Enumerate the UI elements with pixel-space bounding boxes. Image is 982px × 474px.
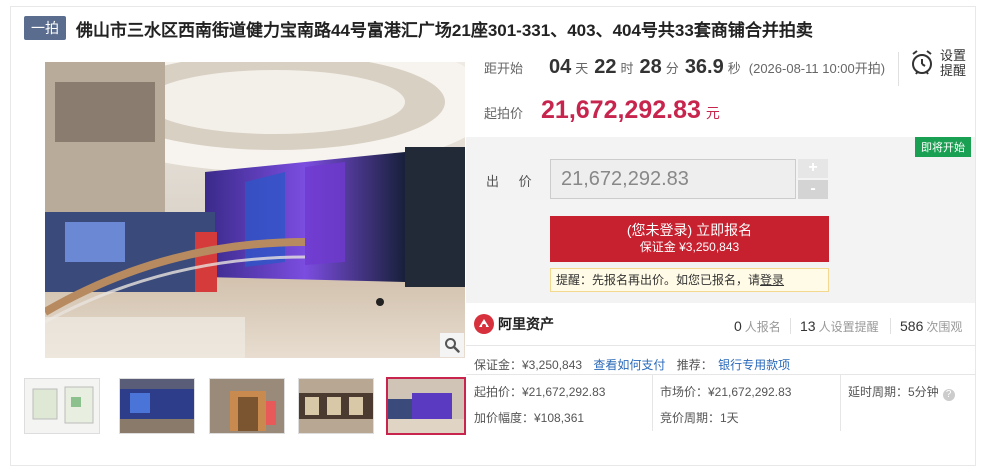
thumbnail-2[interactable]: [119, 378, 195, 434]
thumbnail-3[interactable]: [209, 378, 285, 434]
view-count: 586 次围观: [900, 318, 962, 335]
floor-plan-thumbnail: [32, 386, 94, 424]
reminder-line-1: 设置: [940, 48, 967, 63]
thumbnail-1[interactable]: [24, 378, 100, 434]
start-price-value: 21,672,292.83: [541, 96, 701, 124]
countdown-hours: 22: [594, 56, 617, 78]
divider: [840, 375, 841, 431]
reminder-count-value: 13: [800, 318, 816, 334]
tip-text: 提醒：先报名再出价。如您已报名，请: [556, 273, 761, 287]
zoom-button[interactable]: [440, 333, 464, 357]
detail-auction-period: 竞价周期：1天: [660, 411, 739, 425]
start-price-label: 起拍价: [484, 106, 524, 121]
reminder-count-label: 人设置提醒: [818, 320, 879, 334]
countdown-seconds: 36.9: [684, 56, 724, 78]
detail-increment: 加价幅度：¥108,361: [474, 411, 585, 425]
thumbnail-5-active[interactable]: [386, 377, 466, 435]
countdown-minutes: 28: [639, 56, 662, 78]
reminder-count: 13 人设置提醒: [800, 318, 879, 335]
register-bid-button[interactable]: (您未登录) 立即报名 保证金 ¥3,250,843: [550, 216, 829, 262]
magnifier-icon: [445, 338, 460, 353]
days-unit: 天: [575, 61, 589, 76]
divider: [790, 318, 791, 334]
store-front-thumbnail: [120, 379, 194, 433]
auction-info-panel: 距开始 04 天 22 时 28 分 36.9 秒 (2026-08-11 10…: [466, 44, 975, 466]
entrance-thumbnail: [210, 379, 284, 433]
bid-area: 即将开始 出 价 21,672,292.83 + - (您未登录) 立即报名 保…: [466, 137, 975, 303]
register-button-deposit: 保证金 ¥3,250,843: [639, 240, 740, 254]
bid-label: 出 价: [486, 174, 540, 189]
stats-row: 阿里资产 0 人报名 13 人设置提醒 586 次围观: [466, 308, 975, 346]
how-to-pay-link[interactable]: 查看如何支付: [593, 358, 665, 372]
bid-amount-input[interactable]: 21,672,292.83: [550, 159, 796, 199]
set-reminder-button[interactable]: 设置 提醒: [910, 48, 966, 78]
corridor-thumbnail: [299, 379, 373, 433]
delay-period-text: 延时周期：5分钟: [848, 385, 939, 399]
decrease-bid-button[interactable]: -: [798, 180, 828, 199]
deposit-amount: 保证金：¥3,250,843: [474, 358, 583, 372]
divider: [652, 375, 653, 431]
recommend-label: 推荐：: [676, 358, 713, 372]
countdown-label: 距开始: [484, 61, 524, 76]
reminder-text: 设置 提醒: [940, 48, 966, 78]
brand-logo: 阿里资产: [474, 314, 554, 334]
signup-count-value: 0: [734, 318, 742, 334]
bank-fund-link[interactable]: 银行专用款项: [718, 358, 790, 372]
help-icon[interactable]: ?: [942, 389, 955, 401]
login-tip: 提醒：先报名再出价。如您已报名，请登录: [550, 268, 829, 292]
countdown-row: 距开始 04 天 22 时 28 分 36.9 秒 (2026-08-11 10…: [484, 56, 885, 79]
deposit-row: 保证金：¥3,250,843 查看如何支付 推荐： 银行专用款项: [474, 356, 790, 373]
divider: [890, 318, 891, 334]
detail-delay-period: 延时周期：5分钟?: [848, 383, 955, 401]
mall-interior-thumbnail: [388, 379, 464, 433]
reminder-line-2: 提醒: [940, 63, 967, 78]
divider: [898, 52, 899, 86]
seconds-unit: 秒: [727, 61, 741, 76]
status-badge: 即将开始: [915, 137, 971, 157]
auction-start-time: (2026-08-11 10:00开拍): [748, 61, 886, 76]
page-title: 佛山市三水区西南街道健力宝南路44号富港汇广场21座301-331、403、40…: [76, 20, 813, 40]
ali-assets-logo-icon: [474, 314, 494, 334]
signup-count: 0 人报名: [734, 318, 781, 335]
view-count-value: 586: [900, 318, 924, 334]
auction-round-badge: 一拍: [24, 16, 66, 40]
login-link[interactable]: 登录: [760, 273, 784, 287]
register-button-label: (您未登录) 立即报名: [626, 222, 753, 238]
main-property-image[interactable]: [45, 62, 465, 358]
alarm-clock-icon: [912, 50, 932, 75]
detail-market-price: 市场价：¥21,672,292.83: [660, 385, 792, 399]
hours-unit: 时: [620, 61, 634, 76]
start-price-row: 起拍价 21,672,292.83 元: [484, 96, 720, 125]
mall-interior-photo: [45, 62, 465, 358]
title-row: 一拍 佛山市三水区西南街道健力宝南路44号富港汇广场21座301-331、403…: [24, 16, 813, 40]
start-price-unit: 元: [705, 105, 720, 121]
signup-count-label: 人报名: [744, 320, 781, 334]
brand-name: 阿里资产: [498, 316, 554, 332]
increase-bid-button[interactable]: +: [798, 159, 828, 178]
detail-start-price: 起拍价：¥21,672,292.83: [474, 385, 606, 399]
view-count-label: 次围观: [926, 320, 963, 334]
thumbnail-4[interactable]: [298, 378, 374, 434]
details-grid: 起拍价：¥21,672,292.83 市场价：¥21,672,292.83 延时…: [466, 374, 975, 431]
countdown-days: 04: [549, 56, 572, 78]
minutes-unit: 分: [665, 61, 679, 76]
